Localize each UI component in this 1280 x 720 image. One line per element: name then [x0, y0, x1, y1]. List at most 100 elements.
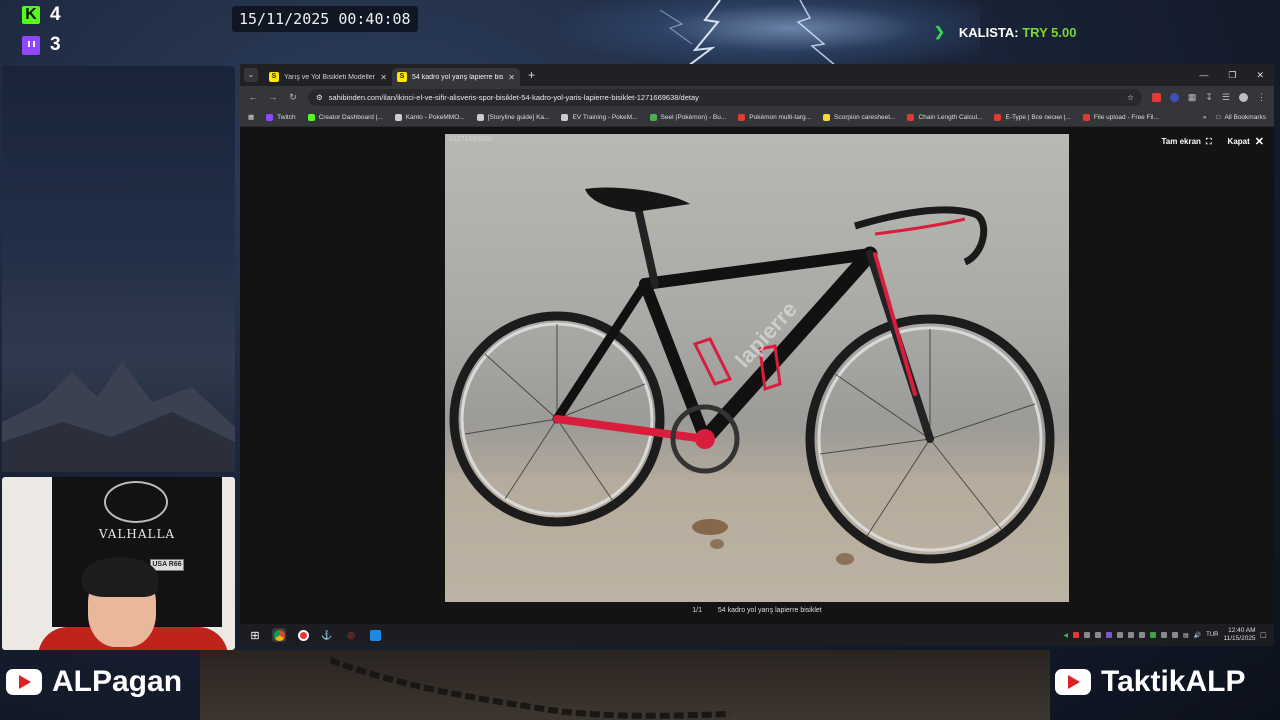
restore-icon[interactable]: ❐: [1228, 70, 1236, 81]
close-tab-icon[interactable]: ✕: [380, 73, 387, 82]
youtube-channel-right: TaktikALP: [1055, 665, 1245, 699]
record-app-icon[interactable]: [296, 628, 310, 642]
tray-app-icon[interactable]: [1150, 632, 1156, 638]
notification-icon[interactable]: □: [1261, 630, 1266, 640]
streamer-hair: [82, 557, 158, 597]
paint-app-icon[interactable]: [368, 628, 382, 642]
tray-app-icon[interactable]: [1084, 632, 1090, 638]
forward-arrow-icon[interactable]: →: [268, 92, 278, 102]
bookmark-label: [Storyline guide] Ka...: [487, 113, 550, 121]
bookmark-label: Seel (Pokémon) - Bu...: [660, 113, 727, 121]
extensions-puzzle-icon[interactable]: ▦: [1188, 92, 1197, 103]
sahibinden-favicon-icon: S: [397, 72, 407, 82]
lightbox-controls: Tam ekran ⛶ Kapat ✕: [1162, 135, 1265, 148]
listing-photo[interactable]: #1271669638 lapierre: [445, 134, 1069, 602]
photo-index: 1/1: [692, 607, 702, 614]
chain-graphic: [330, 657, 730, 719]
site-info-icon[interactable]: ⚙: [316, 93, 323, 102]
bookmarks-bar: ▦ Twitch Creator Dashboard |... Kanto - …: [240, 108, 1274, 127]
window-controls: — ❐ ✕: [1199, 70, 1274, 81]
reload-icon[interactable]: ↻: [288, 92, 298, 103]
bookmark-chain-length[interactable]: Chain Length Calcul...: [907, 113, 983, 121]
tray-app-icon[interactable]: [1117, 632, 1123, 638]
tray-app-icon[interactable]: [1139, 632, 1145, 638]
tray-discord-icon[interactable]: [1106, 632, 1112, 638]
bookmark-favicon-icon: [907, 113, 915, 121]
profile-avatar-icon[interactable]: [1239, 92, 1248, 102]
donor-name: KALISTA:: [958, 24, 1019, 40]
bookmark-creator-dashboard[interactable]: Creator Dashboard |...: [307, 113, 383, 121]
bookmark-label: Chain Length Calcul...: [918, 113, 983, 121]
taskbar-clock[interactable]: 12:40 AM 11/15/2025: [1224, 627, 1256, 643]
bookmark-star-icon[interactable]: ☆: [1127, 93, 1134, 102]
browser-window: ⌄ S Yarış ve Yol Bisikleti Modelleri ✕ S…: [240, 64, 1274, 646]
apps-grid-icon[interactable]: ▦: [248, 113, 254, 121]
tab-bike-models[interactable]: S Yarış ve Yol Bisikleti Modelleri ✕: [264, 68, 392, 86]
bookmark-kanto[interactable]: Kanto - PokeMMO...: [394, 113, 465, 121]
all-bookmarks-button[interactable]: □ All Bookmarks: [1217, 114, 1266, 121]
address-bar[interactable]: ⚙ sahibinden.com/ilan/ikinci-el-ve-sifir…: [308, 88, 1142, 106]
tray-app-icon[interactable]: [1172, 632, 1178, 638]
url-text: sahibinden.com/ilan/ikinci-el-ve-sifir-a…: [328, 92, 699, 102]
new-tab-button[interactable]: +: [528, 68, 535, 82]
tray-app-icon[interactable]: [1095, 632, 1101, 638]
tray-arrow-icon[interactable]: ◀: [1063, 632, 1068, 639]
photo-counter-bar: 1/1 54 kadro yol yarış lapierre bisiklet: [240, 607, 1274, 614]
language-indicator[interactable]: TUR: [1206, 632, 1218, 638]
media-control-icon[interactable]: ☰: [1222, 92, 1230, 103]
bookmark-favicon-icon: [738, 113, 746, 121]
vegvisir-emblem-icon: [104, 481, 168, 523]
bookmark-twitch[interactable]: Twitch: [266, 113, 296, 121]
menu-kebab-icon[interactable]: ⋮: [1257, 92, 1266, 103]
bookmark-label: Kanto - PokeMMO...: [405, 113, 465, 121]
download-icon[interactable]: ↧: [1205, 92, 1213, 103]
network-icon[interactable]: ▤: [1183, 632, 1189, 639]
tray-mic-icon[interactable]: [1073, 632, 1079, 638]
tray-app-icon[interactable]: [1161, 632, 1167, 638]
close-icon: ✕: [1254, 136, 1264, 148]
bookmark-favicon-icon: [307, 113, 315, 121]
steam-icon[interactable]: ⚓: [320, 628, 334, 642]
channel-name-left: ALPagan: [52, 665, 183, 698]
flag-text: VALHALLA: [98, 527, 176, 541]
extension-red-icon[interactable]: [1151, 92, 1161, 102]
minimize-icon[interactable]: —: [1199, 70, 1208, 81]
tab-title: Yarış ve Yol Bisikleti Modelleri: [284, 73, 376, 81]
bookmarks-overflow-area: » □ All Bookmarks: [1203, 114, 1266, 121]
bookmark-scorpion-caresheet[interactable]: Scorpion caresheet...: [823, 113, 895, 121]
bookmarks-overflow-chevron-icon[interactable]: »: [1203, 114, 1207, 121]
kick-viewer-count: 4: [50, 4, 61, 25]
bookmark-file-upload[interactable]: File upload - Free Fil...: [1082, 113, 1159, 121]
volume-icon[interactable]: 🔊: [1194, 632, 1201, 639]
bookmark-storyline-guide[interactable]: [Storyline guide] Ka...: [476, 113, 550, 121]
back-arrow-icon[interactable]: ←: [248, 92, 258, 102]
close-tab-icon[interactable]: ✕: [508, 73, 515, 82]
twitch-viewer-counter: 3: [22, 34, 61, 56]
tab-lapierre-listing[interactable]: S 54 kadro yol yarış lapierre bisik ✕: [392, 68, 520, 86]
chrome-taskbar-icon[interactable]: [272, 628, 286, 642]
bookmark-label: Twitch: [277, 113, 296, 121]
tab-search-button[interactable]: ⌄: [244, 68, 258, 82]
bookmark-label: Pokémon multi-targ...: [749, 113, 812, 121]
close-lightbox-button[interactable]: Kapat ✕: [1228, 135, 1264, 148]
bookmark-pokemon-multi-target[interactable]: Pokémon multi-targ...: [738, 113, 812, 121]
obs-icon[interactable]: ◎: [344, 628, 358, 642]
bookmark-ev-training[interactable]: EV Training - PokeM...: [561, 113, 638, 121]
twitch-icon: [22, 35, 40, 55]
bookmark-e-type[interactable]: E-Type | Все песни |...: [994, 113, 1071, 121]
close-label: Kapat: [1227, 137, 1250, 146]
fullscreen-label: Tam ekran: [1161, 137, 1201, 146]
bicycle-image: lapierre: [445, 187, 1069, 602]
fullscreen-button[interactable]: Tam ekran ⛶: [1162, 135, 1212, 148]
tray-app-icon[interactable]: [1128, 632, 1134, 638]
bookmark-favicon-icon: [649, 113, 657, 121]
system-tray: ◀ ▤ 🔊 TUR 12:40 AM 11/15/2025 □: [1063, 627, 1266, 643]
donation-amount: TRY 5.00: [1022, 24, 1077, 40]
close-window-icon[interactable]: ✕: [1256, 70, 1264, 81]
windows-start-icon[interactable]: ⊞: [248, 628, 262, 642]
sahibinden-favicon-icon: S: [269, 72, 279, 82]
bookmark-label: E-Type | Все песни |...: [1005, 113, 1071, 121]
extension-blue-icon[interactable]: [1169, 92, 1179, 102]
windows-taskbar: ⊞ ⚓ ◎ ◀ ▤ 🔊 TUR 12:40 AM 11/15/2025 □: [240, 624, 1274, 646]
bookmark-seel[interactable]: Seel (Pokémon) - Bu...: [649, 113, 727, 121]
